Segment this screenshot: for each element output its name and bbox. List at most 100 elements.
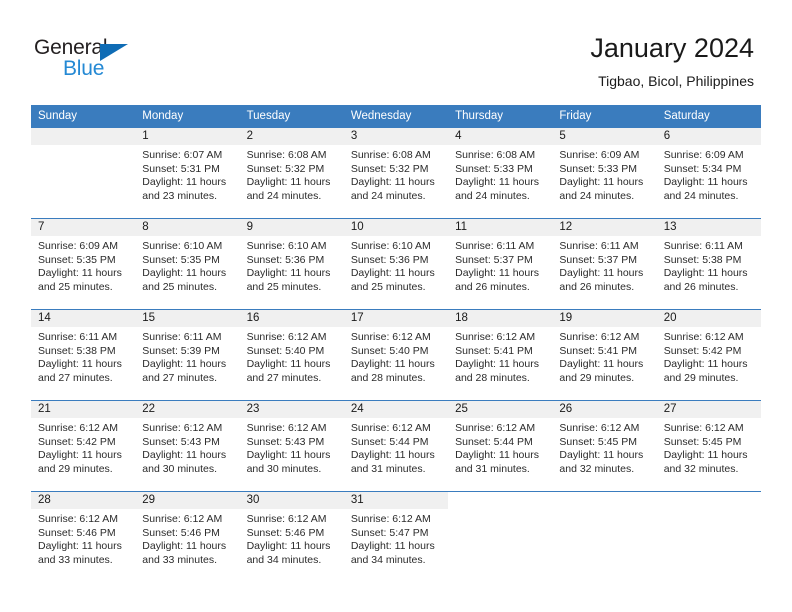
day-cell[interactable]	[656, 491, 761, 582]
day-cell[interactable]: 19 Sunrise: 6:12 AM Sunset: 5:41 PM Dayl…	[552, 309, 657, 401]
day-cell-inner: 3 Sunrise: 6:08 AM Sunset: 5:32 PM Dayli…	[343, 128, 449, 218]
sunrise-text: Sunrise: 6:12 AM	[246, 331, 327, 343]
day-cell-inner: 20 Sunrise: 6:12 AM Sunset: 5:42 PM Dayl…	[656, 310, 761, 400]
sunset-text: Sunset: 5:41 PM	[559, 344, 638, 357]
day-cell-inner: 19 Sunrise: 6:12 AM Sunset: 5:41 PM Dayl…	[552, 310, 657, 400]
day-cell-inner: 9 Sunrise: 6:10 AM Sunset: 5:36 PM Dayli…	[239, 219, 344, 309]
day-cell[interactable]	[552, 491, 657, 582]
day-number: 3	[343, 128, 449, 145]
day-cell[interactable]: 29 Sunrise: 6:12 AM Sunset: 5:46 PM Dayl…	[135, 491, 240, 582]
day-cell[interactable]: 8 Sunrise: 6:10 AM Sunset: 5:35 PM Dayli…	[135, 218, 240, 310]
day-cell[interactable]: 20 Sunrise: 6:12 AM Sunset: 5:42 PM Dayl…	[656, 309, 761, 401]
daylight-text-line1: Daylight: 11 hours	[246, 267, 331, 280]
day-cell[interactable]	[448, 491, 553, 582]
day-cell[interactable]: 26 Sunrise: 6:12 AM Sunset: 5:45 PM Dayl…	[552, 400, 657, 492]
daylight-text-line2: and 23 minutes.	[142, 189, 217, 202]
day-cell[interactable]: 10 Sunrise: 6:10 AM Sunset: 5:36 PM Dayl…	[343, 218, 449, 310]
day-cell[interactable]: 22 Sunrise: 6:12 AM Sunset: 5:43 PM Dayl…	[135, 400, 240, 492]
day-details: Sunrise: 6:12 AM Sunset: 5:40 PM Dayligh…	[240, 327, 344, 385]
day-cell-inner: 28 Sunrise: 6:12 AM Sunset: 5:46 PM Dayl…	[31, 492, 136, 582]
day-details: Sunrise: 6:12 AM Sunset: 5:47 PM Dayligh…	[344, 509, 448, 567]
day-details: Sunrise: 6:12 AM Sunset: 5:45 PM Dayligh…	[552, 418, 656, 476]
day-cell[interactable]: 31 Sunrise: 6:12 AM Sunset: 5:47 PM Dayl…	[343, 491, 449, 582]
day-number: 9	[239, 219, 344, 236]
daylight-text-line1: Daylight: 11 hours	[350, 267, 435, 280]
day-number: 15	[135, 310, 240, 327]
day-cell[interactable]: 16 Sunrise: 6:12 AM Sunset: 5:40 PM Dayl…	[239, 309, 344, 401]
calendar-week-row: 28 Sunrise: 6:12 AM Sunset: 5:46 PM Dayl…	[31, 491, 761, 582]
day-cell[interactable]: 21 Sunrise: 6:12 AM Sunset: 5:42 PM Dayl…	[31, 400, 136, 492]
weekday-header-row: Sunday Monday Tuesday Wednesday Thursday…	[31, 105, 761, 128]
day-cell[interactable]: 5 Sunrise: 6:09 AM Sunset: 5:33 PM Dayli…	[552, 128, 657, 219]
sunset-text: Sunset: 5:36 PM	[246, 253, 325, 266]
day-cell[interactable]: 18 Sunrise: 6:12 AM Sunset: 5:41 PM Dayl…	[448, 309, 553, 401]
daylight-text-line2: and 33 minutes.	[142, 553, 217, 566]
day-details: Sunrise: 6:08 AM Sunset: 5:32 PM Dayligh…	[344, 145, 448, 203]
sunset-text: Sunset: 5:41 PM	[455, 344, 533, 357]
day-cell[interactable]: 25 Sunrise: 6:12 AM Sunset: 5:44 PM Dayl…	[448, 400, 553, 492]
calendar-week-row: 7 Sunrise: 6:09 AM Sunset: 5:35 PM Dayli…	[31, 218, 761, 310]
sunset-text: Sunset: 5:45 PM	[559, 435, 638, 448]
day-number: 1	[135, 128, 240, 145]
daylight-text-line1: Daylight: 11 hours	[38, 449, 122, 462]
calendar-week-row: 1 Sunrise: 6:07 AM Sunset: 5:31 PM Dayli…	[31, 128, 761, 219]
day-cell[interactable]: 7 Sunrise: 6:09 AM Sunset: 5:35 PM Dayli…	[31, 218, 136, 310]
day-cell[interactable]: 1 Sunrise: 6:07 AM Sunset: 5:31 PM Dayli…	[135, 128, 240, 219]
day-cell[interactable]: 3 Sunrise: 6:08 AM Sunset: 5:32 PM Dayli…	[343, 128, 449, 219]
day-cell[interactable]: 9 Sunrise: 6:10 AM Sunset: 5:36 PM Dayli…	[239, 218, 344, 310]
day-details: Sunrise: 6:08 AM Sunset: 5:33 PM Dayligh…	[448, 145, 552, 203]
daylight-text-line1: Daylight: 11 hours	[663, 267, 748, 280]
day-cell[interactable]: 4 Sunrise: 6:08 AM Sunset: 5:33 PM Dayli…	[448, 128, 553, 219]
day-cell-inner	[448, 492, 553, 582]
day-cell[interactable]: 30 Sunrise: 6:12 AM Sunset: 5:46 PM Dayl…	[239, 491, 344, 582]
calendar-grid: Sunday Monday Tuesday Wednesday Thursday…	[31, 105, 761, 582]
sunrise-text: Sunrise: 6:07 AM	[142, 149, 223, 161]
generalblue-logo[interactable]: General Blue	[34, 36, 214, 86]
daylight-text-line1: Daylight: 11 hours	[38, 540, 122, 553]
day-cell[interactable]: 27 Sunrise: 6:12 AM Sunset: 5:45 PM Dayl…	[656, 400, 761, 492]
day-cell[interactable]: 13 Sunrise: 6:11 AM Sunset: 5:38 PM Dayl…	[656, 218, 761, 310]
day-cell[interactable]	[31, 128, 136, 219]
day-details: Sunrise: 6:12 AM Sunset: 5:46 PM Dayligh…	[240, 509, 344, 567]
day-cell-inner: 14 Sunrise: 6:11 AM Sunset: 5:38 PM Dayl…	[31, 310, 136, 400]
sunset-text: Sunset: 5:38 PM	[663, 253, 742, 266]
day-cell[interactable]: 24 Sunrise: 6:12 AM Sunset: 5:44 PM Dayl…	[343, 400, 449, 492]
day-number: 14	[31, 310, 136, 327]
sunrise-text: Sunrise: 6:12 AM	[559, 331, 640, 343]
day-cell[interactable]: 11 Sunrise: 6:11 AM Sunset: 5:37 PM Dayl…	[448, 218, 553, 310]
daylight-text-line2: and 31 minutes.	[350, 462, 426, 475]
day-cell-inner: 25 Sunrise: 6:12 AM Sunset: 5:44 PM Dayl…	[448, 401, 553, 491]
day-cell[interactable]: 23 Sunrise: 6:12 AM Sunset: 5:43 PM Dayl…	[239, 400, 344, 492]
daylight-text-line1: Daylight: 11 hours	[350, 176, 435, 189]
day-cell[interactable]: 15 Sunrise: 6:11 AM Sunset: 5:39 PM Dayl…	[135, 309, 240, 401]
day-cell-inner: 12 Sunrise: 6:11 AM Sunset: 5:37 PM Dayl…	[552, 219, 657, 309]
day-number: 17	[343, 310, 449, 327]
day-cell[interactable]: 28 Sunrise: 6:12 AM Sunset: 5:46 PM Dayl…	[31, 491, 136, 582]
day-cell-inner	[31, 128, 136, 218]
daylight-text-line2: and 30 minutes.	[246, 462, 322, 475]
day-number: 10	[343, 219, 449, 236]
sunset-text: Sunset: 5:33 PM	[455, 162, 533, 175]
daylight-text-line2: and 32 minutes.	[559, 462, 635, 475]
day-details: Sunrise: 6:12 AM Sunset: 5:41 PM Dayligh…	[552, 327, 656, 385]
day-number: 28	[31, 492, 136, 509]
daylight-text-line1: Daylight: 11 hours	[455, 176, 539, 189]
daylight-text-line2: and 30 minutes.	[142, 462, 217, 475]
daylight-text-line1: Daylight: 11 hours	[142, 449, 227, 462]
daylight-text-line1: Daylight: 11 hours	[663, 176, 748, 189]
day-cell[interactable]: 12 Sunrise: 6:11 AM Sunset: 5:37 PM Dayl…	[552, 218, 657, 310]
day-cell-inner: 8 Sunrise: 6:10 AM Sunset: 5:35 PM Dayli…	[135, 219, 240, 309]
sunrise-text: Sunrise: 6:12 AM	[663, 422, 744, 434]
sunrise-text: Sunrise: 6:08 AM	[455, 149, 536, 161]
day-cell[interactable]: 2 Sunrise: 6:08 AM Sunset: 5:32 PM Dayli…	[239, 128, 344, 219]
day-details: Sunrise: 6:12 AM Sunset: 5:45 PM Dayligh…	[657, 418, 761, 476]
daylight-text-line2: and 29 minutes.	[559, 371, 635, 384]
day-number: 12	[552, 219, 657, 236]
day-cell[interactable]: 17 Sunrise: 6:12 AM Sunset: 5:40 PM Dayl…	[343, 309, 449, 401]
sunrise-text: Sunrise: 6:12 AM	[559, 422, 640, 434]
weekday-header-saturday: Saturday	[656, 105, 761, 128]
day-details: Sunrise: 6:12 AM Sunset: 5:41 PM Dayligh…	[448, 327, 552, 385]
day-cell[interactable]: 6 Sunrise: 6:09 AM Sunset: 5:34 PM Dayli…	[656, 128, 761, 219]
day-cell[interactable]: 14 Sunrise: 6:11 AM Sunset: 5:38 PM Dayl…	[31, 309, 136, 401]
sunset-text: Sunset: 5:42 PM	[38, 435, 116, 448]
